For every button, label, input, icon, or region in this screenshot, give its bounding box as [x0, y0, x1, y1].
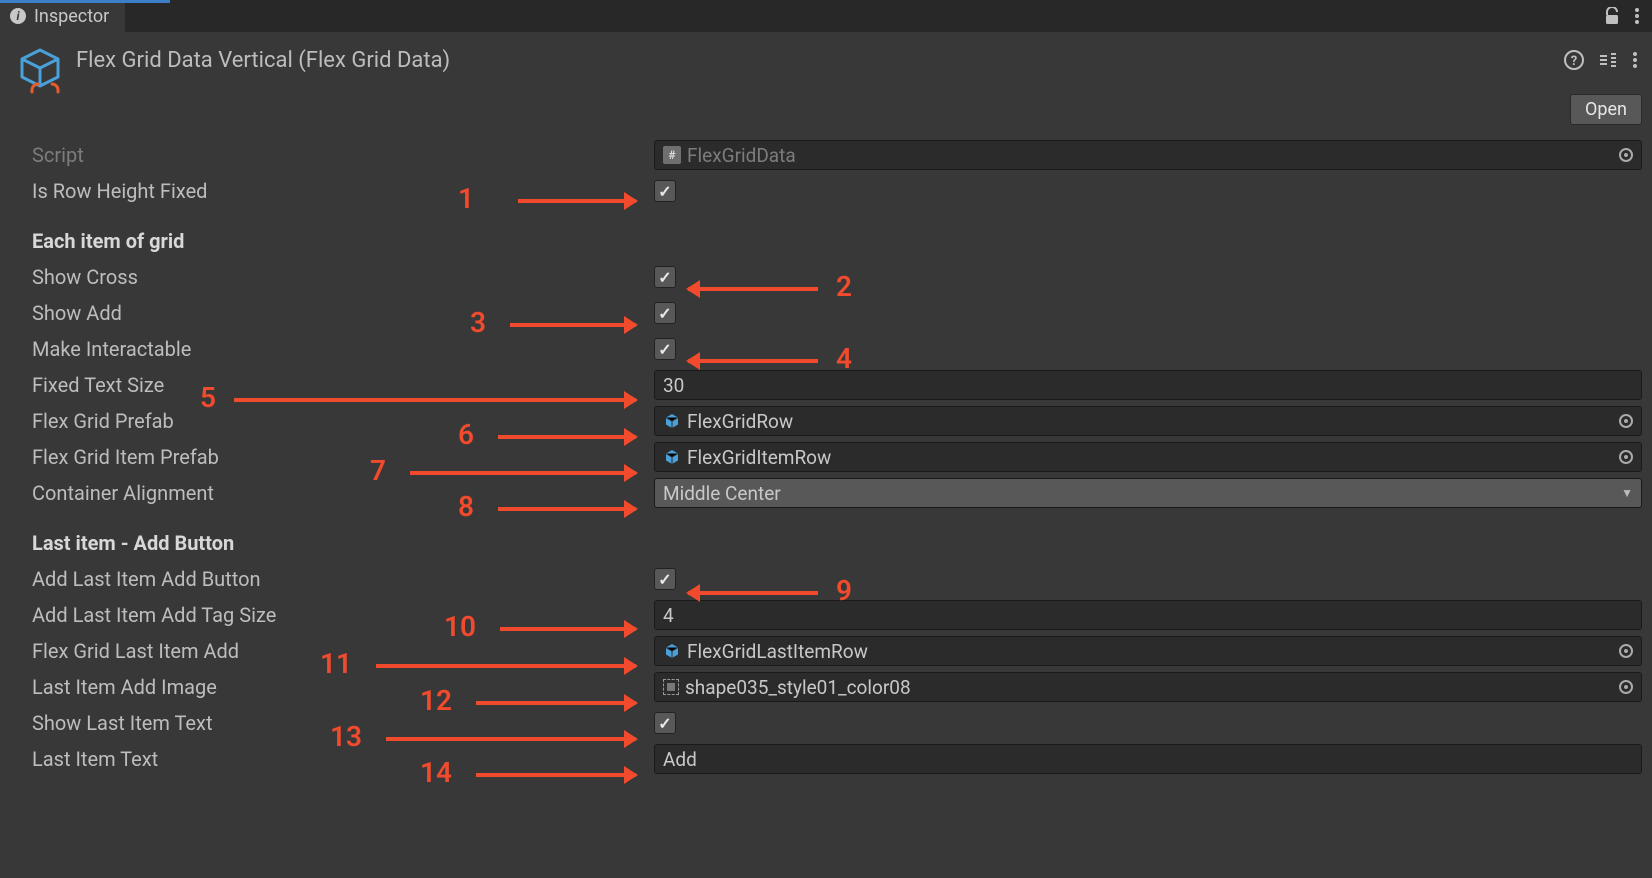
field-flex-grid-prefab[interactable]: FlexGridRow: [654, 406, 1642, 436]
row-container-alignment: Container Alignment Middle Center ▼: [32, 475, 1642, 511]
label-flex-grid-prefab: Flex Grid Prefab: [32, 409, 646, 433]
checkbox-add-last-item-add-button[interactable]: [654, 568, 676, 590]
row-fixed-text-size: Fixed Text Size: [32, 367, 1642, 403]
last-item-add-image-value: shape035_style01_color08: [685, 676, 911, 699]
label-flex-grid-item-prefab: Flex Grid Item Prefab: [32, 445, 646, 469]
field-last-item-text[interactable]: [654, 744, 1642, 774]
input-last-item-text[interactable]: [663, 748, 1633, 771]
field-flex-grid-item-prefab[interactable]: FlexGridItemRow: [654, 442, 1642, 472]
kebab-icon[interactable]: [1632, 51, 1638, 74]
label-last-item-add-image: Last Item Add Image: [32, 675, 646, 699]
row-add-last-item-add-button: Add Last Item Add Button: [32, 561, 1642, 597]
label-script: Script: [32, 143, 646, 167]
open-button[interactable]: Open: [1570, 94, 1642, 125]
field-add-last-item-add-tag-size[interactable]: [654, 600, 1642, 630]
scriptable-object-icon: [18, 46, 60, 88]
script-value: FlexGridData: [687, 144, 796, 167]
prefab-icon: [663, 412, 681, 430]
row-show-cross: Show Cross: [32, 259, 1642, 295]
svg-text:?: ?: [1571, 54, 1577, 69]
label-show-add: Show Add: [32, 301, 646, 325]
flex-grid-prefab-value: FlexGridRow: [687, 410, 793, 433]
tab-inspector[interactable]: i Inspector: [0, 0, 125, 32]
label-show-last-item-text: Show Last Item Text: [32, 711, 646, 735]
row-is-row-height-fixed: Is Row Height Fixed: [32, 173, 1642, 209]
row-flex-grid-last-item-add: Flex Grid Last Item Add FlexGridLastItem…: [32, 633, 1642, 669]
lock-icon[interactable]: [1604, 7, 1620, 25]
section-last-item: Last item - Add Button: [32, 511, 1642, 561]
row-show-last-item-text: Show Last Item Text: [32, 705, 1642, 741]
kebab-icon[interactable]: [1634, 7, 1640, 25]
checkbox-is-row-height-fixed[interactable]: [654, 180, 676, 202]
preset-icon[interactable]: [1598, 51, 1618, 74]
label-add-last-item-add-tag-size: Add Last Item Add Tag Size: [32, 603, 646, 627]
row-add-last-item-add-tag-size: Add Last Item Add Tag Size: [32, 597, 1642, 633]
input-add-last-item-add-tag-size[interactable]: [663, 604, 1633, 627]
checkbox-show-last-item-text[interactable]: [654, 712, 676, 734]
component-title: Flex Grid Data Vertical (Flex Grid Data): [76, 46, 450, 73]
field-fixed-text-size[interactable]: [654, 370, 1642, 400]
row-flex-grid-item-prefab: Flex Grid Item Prefab FlexGridItemRow: [32, 439, 1642, 475]
properties-panel: Script # FlexGridData Is Row Height Fixe…: [0, 133, 1652, 797]
label-is-row-height-fixed: Is Row Height Fixed: [32, 179, 646, 203]
tab-bar: i Inspector: [0, 0, 1652, 34]
tab-label: Inspector: [34, 6, 109, 27]
checkbox-make-interactable[interactable]: [654, 338, 676, 360]
component-header: Flex Grid Data Vertical (Flex Grid Data)…: [0, 34, 1652, 94]
row-make-interactable: Make Interactable: [32, 331, 1642, 367]
row-flex-grid-prefab: Flex Grid Prefab FlexGridRow: [32, 403, 1642, 439]
dropdown-container-alignment[interactable]: Middle Center ▼: [654, 478, 1642, 508]
label-last-item-text: Last Item Text: [32, 747, 646, 771]
label-make-interactable: Make Interactable: [32, 337, 646, 361]
checkbox-show-cross[interactable]: [654, 266, 676, 288]
prefab-icon: [663, 642, 681, 660]
label-show-cross: Show Cross: [32, 265, 646, 289]
section-each-item: Each item of grid: [32, 209, 1642, 259]
label-flex-grid-last-item-add: Flex Grid Last Item Add: [32, 639, 646, 663]
container-alignment-value: Middle Center: [663, 482, 781, 505]
label-container-alignment: Container Alignment: [32, 481, 646, 505]
row-last-item-add-image: Last Item Add Image shape035_style01_col…: [32, 669, 1642, 705]
field-last-item-add-image[interactable]: shape035_style01_color08: [654, 672, 1642, 702]
field-script[interactable]: # FlexGridData: [654, 140, 1642, 170]
object-picker-icon[interactable]: [1619, 410, 1633, 433]
input-fixed-text-size[interactable]: [663, 374, 1633, 397]
label-fixed-text-size: Fixed Text Size: [32, 373, 646, 397]
object-picker-icon[interactable]: [1619, 640, 1633, 663]
flex-grid-last-item-add-value: FlexGridLastItemRow: [687, 640, 868, 663]
object-picker-icon[interactable]: [1619, 144, 1633, 167]
row-script: Script # FlexGridData: [32, 137, 1642, 173]
info-icon: i: [10, 8, 26, 24]
row-show-add: Show Add: [32, 295, 1642, 331]
label-add-last-item-add-button: Add Last Item Add Button: [32, 567, 646, 591]
row-last-item-text: Last Item Text: [32, 741, 1642, 777]
checkbox-show-add[interactable]: [654, 302, 676, 324]
field-flex-grid-last-item-add[interactable]: FlexGridLastItemRow: [654, 636, 1642, 666]
object-picker-icon[interactable]: [1619, 446, 1633, 469]
sprite-icon: [663, 679, 679, 695]
chevron-down-icon: ▼: [1621, 486, 1633, 500]
help-icon[interactable]: ?: [1564, 50, 1584, 75]
flex-grid-item-prefab-value: FlexGridItemRow: [687, 446, 831, 469]
csharp-script-icon: #: [663, 146, 681, 164]
prefab-icon: [663, 448, 681, 466]
object-picker-icon[interactable]: [1619, 676, 1633, 699]
